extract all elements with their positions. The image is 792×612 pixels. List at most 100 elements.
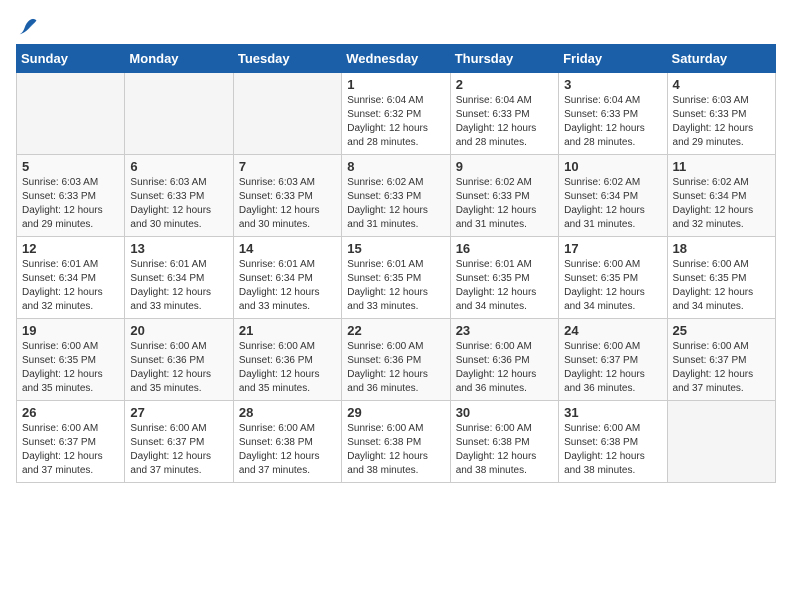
calendar-cell: 29Sunrise: 6:00 AM Sunset: 6:38 PM Dayli… — [342, 401, 450, 483]
calendar-week-row: 5 Sunrise: 6:03 AM Sunset: 6:33 PM Daylig… — [17, 155, 776, 237]
day-number: 9 — [456, 159, 553, 174]
day-number: 16 — [456, 241, 553, 256]
day-info: Sunrise: 6:00 AM Sunset: 6:35 PM Dayligh… — [673, 258, 770, 314]
day-of-week-header: Saturday — [667, 45, 775, 73]
day-of-week-header: Monday — [125, 45, 233, 73]
calendar-cell — [667, 401, 775, 483]
day-info: Sunrise: 6:00 AM Sunset: 6:36 PM Dayligh… — [239, 340, 336, 396]
calendar-cell: 17Sunrise: 6:00 AM Sunset: 6:35 PM Dayli… — [559, 237, 667, 319]
calendar-cell: 12 Sunrise: 6:01 AM Sunset: 6:34 PM Dayli… — [17, 237, 125, 319]
day-info: Sunrise: 6:00 AM Sunset: 6:37 PM Dayligh… — [22, 422, 119, 478]
calendar-table: SundayMondayTuesdayWednesdayThursdayFrid… — [16, 44, 776, 483]
day-number: 12 — [22, 241, 119, 256]
calendar-header-row: SundayMondayTuesdayWednesdayThursdayFrid… — [17, 45, 776, 73]
day-of-week-header: Sunday — [17, 45, 125, 73]
day-number: 19 — [22, 323, 119, 338]
day-info: Sunrise: 6:01 AM Sunset: 6:34 PM Dayligh… — [22, 258, 119, 314]
calendar-cell: 24 Sunrise: 6:00 AM Sunset: 6:37 PM Dayli… — [559, 319, 667, 401]
calendar-cell: 11 Sunrise: 6:02 AM Sunset: 6:34 PM Dayli… — [667, 155, 775, 237]
day-info: Sunrise: 6:03 AM Sunset: 6:33 PM Dayligh… — [130, 176, 227, 232]
calendar-cell: 16 Sunrise: 6:01 AM Sunset: 6:35 PM Dayli… — [450, 237, 558, 319]
calendar-cell: 19 Sunrise: 6:00 AM Sunset: 6:35 PM Dayli… — [17, 319, 125, 401]
day-number: 30 — [456, 405, 553, 420]
calendar-cell: 13Sunrise: 6:01 AM Sunset: 6:34 PM Dayli… — [125, 237, 233, 319]
day-number: 18 — [673, 241, 770, 256]
day-of-week-header: Thursday — [450, 45, 558, 73]
day-info: Sunrise: 6:01 AM Sunset: 6:35 PM Dayligh… — [347, 258, 444, 314]
day-number: 5 — [22, 159, 119, 174]
day-number: 28 — [239, 405, 336, 420]
day-info: Sunrise: 6:02 AM Sunset: 6:34 PM Dayligh… — [564, 176, 661, 232]
day-number: 17 — [564, 241, 661, 256]
day-info: Sunrise: 6:00 AM Sunset: 6:37 PM Dayligh… — [673, 340, 770, 396]
day-number: 2 — [456, 77, 553, 92]
day-info: Sunrise: 6:00 AM Sunset: 6:36 PM Dayligh… — [456, 340, 553, 396]
day-info: Sunrise: 6:03 AM Sunset: 6:33 PM Dayligh… — [22, 176, 119, 232]
day-number: 15 — [347, 241, 444, 256]
calendar-cell: 26 Sunrise: 6:00 AM Sunset: 6:37 PM Dayli… — [17, 401, 125, 483]
day-number: 25 — [673, 323, 770, 338]
calendar-cell: 21Sunrise: 6:00 AM Sunset: 6:36 PM Dayli… — [233, 319, 341, 401]
day-info: Sunrise: 6:01 AM Sunset: 6:34 PM Dayligh… — [239, 258, 336, 314]
calendar-cell: 7 Sunrise: 6:03 AM Sunset: 6:33 PM Daylig… — [233, 155, 341, 237]
calendar-cell — [125, 73, 233, 155]
day-number: 29 — [347, 405, 444, 420]
page-header — [16, 16, 776, 36]
day-number: 1 — [347, 77, 444, 92]
calendar-cell: 23 Sunrise: 6:00 AM Sunset: 6:36 PM Dayli… — [450, 319, 558, 401]
calendar-cell: 20 Sunrise: 6:00 AM Sunset: 6:36 PM Dayli… — [125, 319, 233, 401]
day-info: Sunrise: 6:00 AM Sunset: 6:38 PM Dayligh… — [239, 422, 336, 478]
day-number: 23 — [456, 323, 553, 338]
calendar-cell: 14 Sunrise: 6:01 AM Sunset: 6:34 PM Dayli… — [233, 237, 341, 319]
calendar-week-row: 19 Sunrise: 6:00 AM Sunset: 6:35 PM Dayli… — [17, 319, 776, 401]
day-of-week-header: Tuesday — [233, 45, 341, 73]
day-info: Sunrise: 6:00 AM Sunset: 6:37 PM Dayligh… — [564, 340, 661, 396]
day-number: 8 — [347, 159, 444, 174]
day-number: 26 — [22, 405, 119, 420]
calendar-cell: 30 Sunrise: 6:00 AM Sunset: 6:38 PM Dayli… — [450, 401, 558, 483]
day-number: 11 — [673, 159, 770, 174]
day-number: 10 — [564, 159, 661, 174]
day-info: Sunrise: 6:00 AM Sunset: 6:38 PM Dayligh… — [456, 422, 553, 478]
day-number: 24 — [564, 323, 661, 338]
logo — [16, 16, 38, 36]
day-info: Sunrise: 6:04 AM Sunset: 6:32 PM Dayligh… — [347, 94, 444, 150]
calendar-cell — [17, 73, 125, 155]
calendar-week-row: 1 Sunrise: 6:04 AM Sunset: 6:32 PM Daylig… — [17, 73, 776, 155]
calendar-week-row: 12 Sunrise: 6:01 AM Sunset: 6:34 PM Dayli… — [17, 237, 776, 319]
day-number: 6 — [130, 159, 227, 174]
day-info: Sunrise: 6:02 AM Sunset: 6:33 PM Dayligh… — [456, 176, 553, 232]
calendar-cell: 28 Sunrise: 6:00 AM Sunset: 6:38 PM Dayli… — [233, 401, 341, 483]
day-info: Sunrise: 6:04 AM Sunset: 6:33 PM Dayligh… — [564, 94, 661, 150]
day-info: Sunrise: 6:04 AM Sunset: 6:33 PM Dayligh… — [456, 94, 553, 150]
day-info: Sunrise: 6:01 AM Sunset: 6:35 PM Dayligh… — [456, 258, 553, 314]
calendar-cell: 5 Sunrise: 6:03 AM Sunset: 6:33 PM Daylig… — [17, 155, 125, 237]
day-info: Sunrise: 6:00 AM Sunset: 6:38 PM Dayligh… — [564, 422, 661, 478]
calendar-cell: 15 Sunrise: 6:01 AM Sunset: 6:35 PM Dayli… — [342, 237, 450, 319]
day-number: 22 — [347, 323, 444, 338]
calendar-cell: 8 Sunrise: 6:02 AM Sunset: 6:33 PM Daylig… — [342, 155, 450, 237]
day-number: 7 — [239, 159, 336, 174]
day-info: Sunrise: 6:00 AM Sunset: 6:35 PM Dayligh… — [22, 340, 119, 396]
calendar-cell: 31 Sunrise: 6:00 AM Sunset: 6:38 PM Dayli… — [559, 401, 667, 483]
day-info: Sunrise: 6:02 AM Sunset: 6:34 PM Dayligh… — [673, 176, 770, 232]
calendar-cell — [233, 73, 341, 155]
calendar-cell: 27Sunrise: 6:00 AM Sunset: 6:37 PM Dayli… — [125, 401, 233, 483]
day-number: 13 — [130, 241, 227, 256]
calendar-cell: 9 Sunrise: 6:02 AM Sunset: 6:33 PM Daylig… — [450, 155, 558, 237]
calendar-cell: 6 Sunrise: 6:03 AM Sunset: 6:33 PM Daylig… — [125, 155, 233, 237]
day-number: 14 — [239, 241, 336, 256]
logo-bird-icon — [18, 16, 38, 36]
calendar-cell: 4Sunrise: 6:03 AM Sunset: 6:33 PM Daylig… — [667, 73, 775, 155]
day-info: Sunrise: 6:00 AM Sunset: 6:37 PM Dayligh… — [130, 422, 227, 478]
calendar-cell: 3Sunrise: 6:04 AM Sunset: 6:33 PM Daylig… — [559, 73, 667, 155]
calendar-cell: 10 Sunrise: 6:02 AM Sunset: 6:34 PM Dayli… — [559, 155, 667, 237]
day-info: Sunrise: 6:02 AM Sunset: 6:33 PM Dayligh… — [347, 176, 444, 232]
day-info: Sunrise: 6:03 AM Sunset: 6:33 PM Dayligh… — [239, 176, 336, 232]
day-info: Sunrise: 6:00 AM Sunset: 6:36 PM Dayligh… — [130, 340, 227, 396]
calendar-week-row: 26 Sunrise: 6:00 AM Sunset: 6:37 PM Dayli… — [17, 401, 776, 483]
day-number: 31 — [564, 405, 661, 420]
day-number: 20 — [130, 323, 227, 338]
day-number: 4 — [673, 77, 770, 92]
calendar-cell: 18 Sunrise: 6:00 AM Sunset: 6:35 PM Dayli… — [667, 237, 775, 319]
